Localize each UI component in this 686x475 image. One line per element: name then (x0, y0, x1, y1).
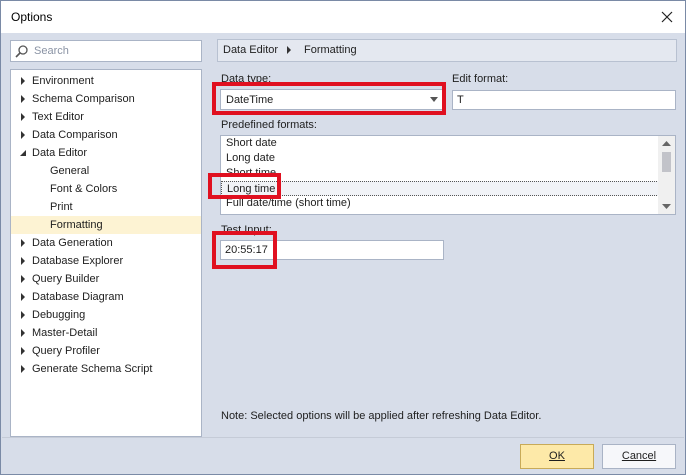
collapse-arrow-icon[interactable] (19, 149, 27, 157)
list-scrollbar[interactable] (658, 136, 675, 214)
tree-item-label: Text Editor (32, 111, 84, 123)
breadcrumb: Data Editor Formatting (217, 39, 677, 62)
tree-item-label: Print (50, 201, 73, 213)
tree-item-label: Schema Comparison (32, 93, 135, 105)
tree-item-label: Font & Colors (50, 183, 118, 195)
tree-item-print[interactable]: Print (11, 198, 201, 216)
test-input-field[interactable]: 20:55:17 (220, 240, 444, 260)
data-type-label: Data type: (221, 73, 272, 85)
title-bar: Options (1, 1, 685, 33)
ok-button[interactable]: OK (520, 444, 594, 469)
expand-arrow-icon[interactable] (19, 95, 27, 103)
expand-arrow-icon[interactable] (19, 365, 27, 373)
tree-item-label: Data Editor (32, 147, 88, 159)
tree-item-debugging[interactable]: Debugging (11, 306, 201, 324)
breadcrumb-current: Formatting (304, 44, 357, 56)
tree-item-label: Query Profiler (32, 345, 100, 357)
tree-item-generate-schema-script[interactable]: Generate Schema Script (11, 360, 201, 378)
tree-item-formatting[interactable]: Formatting (11, 216, 201, 234)
edit-format-value: T (457, 94, 464, 106)
expand-arrow-icon[interactable] (19, 113, 27, 121)
tree-item-label: Debugging (32, 309, 86, 321)
tree-item-master-detail[interactable]: Master-Detail (11, 324, 201, 342)
search-placeholder: Search (34, 45, 69, 57)
data-type-value: DateTime (226, 94, 274, 106)
expand-arrow-icon[interactable] (19, 275, 27, 283)
expand-arrow-icon[interactable] (19, 311, 27, 319)
scroll-up-icon[interactable] (662, 139, 671, 148)
chevron-down-icon[interactable] (430, 97, 438, 102)
data-type-select[interactable]: DateTime (220, 89, 444, 110)
tree-item-label: Master-Detail (32, 327, 98, 339)
options-tree[interactable]: Environment Schema Comparison Text Edito… (10, 69, 202, 437)
tree-item-environment[interactable]: Environment (11, 72, 201, 90)
predefined-formats-label: Predefined formats: (221, 119, 317, 131)
tree-item-label: Query Builder (32, 273, 100, 285)
expand-arrow-icon[interactable] (19, 329, 27, 337)
expand-arrow-icon[interactable] (19, 347, 27, 355)
cancel-button[interactable]: Cancel (602, 444, 676, 469)
footer-divider (2, 437, 684, 438)
cancel-button-label: Cancel (621, 450, 657, 462)
refresh-note: Note: Selected options will be applied a… (221, 410, 542, 422)
expand-arrow-icon[interactable] (19, 77, 27, 85)
tree-item-schema-comparison[interactable]: Schema Comparison (11, 90, 201, 108)
tree-item-text-editor[interactable]: Text Editor (11, 108, 201, 126)
tree-item-label: Generate Schema Script (32, 363, 153, 375)
tree-item-database-explorer[interactable]: Database Explorer (11, 252, 201, 270)
tree-item-label: Data Comparison (32, 129, 118, 141)
test-input-label: Test Input: (221, 224, 272, 236)
expand-arrow-icon[interactable] (19, 257, 27, 265)
format-item-long-date[interactable]: Long date (221, 151, 675, 166)
tree-item-label: Data Generation (32, 237, 113, 249)
tree-item-label: Database Explorer (32, 255, 124, 267)
tree-item-label: Database Diagram (32, 291, 124, 303)
tree-item-data-generation[interactable]: Data Generation (11, 234, 201, 252)
window-title: Options (11, 10, 53, 24)
tree-item-general[interactable]: General (11, 162, 201, 180)
tree-item-label: Formatting (50, 219, 103, 231)
expand-arrow-icon[interactable] (19, 239, 27, 247)
edit-format-label: Edit format: (452, 73, 509, 85)
close-icon[interactable] (655, 5, 679, 29)
breadcrumb-separator-icon (287, 46, 291, 54)
scroll-thumb[interactable] (662, 152, 671, 172)
search-icon (15, 44, 29, 61)
search-input[interactable]: Search (10, 40, 202, 62)
tree-item-label: Environment (32, 75, 94, 87)
format-item-short-time[interactable]: Short time (221, 166, 675, 181)
predefined-formats-list[interactable]: Short date Long date Short time Long tim… (220, 135, 676, 215)
format-item-long-time[interactable]: Long time (221, 181, 675, 196)
tree-item-font-colors[interactable]: Font & Colors (11, 180, 201, 198)
ok-button-label: OK (549, 450, 565, 462)
tree-item-query-profiler[interactable]: Query Profiler (11, 342, 201, 360)
format-item-full-datetime-short[interactable]: Full date/time (short time) (221, 196, 675, 211)
format-item-short-date[interactable]: Short date (221, 136, 675, 151)
expand-arrow-icon[interactable] (19, 131, 27, 139)
tree-item-data-comparison[interactable]: Data Comparison (11, 126, 201, 144)
tree-item-data-editor[interactable]: Data Editor (11, 144, 201, 162)
edit-format-input[interactable]: T (452, 90, 676, 110)
expand-arrow-icon[interactable] (19, 293, 27, 301)
options-dialog: Options Search Environment Schema Compar… (0, 0, 686, 475)
scroll-down-icon[interactable] (662, 202, 671, 211)
breadcrumb-parent: Data Editor (223, 44, 279, 56)
tree-item-database-diagram[interactable]: Database Diagram (11, 288, 201, 306)
tree-item-label: General (50, 165, 90, 177)
tree-item-query-builder[interactable]: Query Builder (11, 270, 201, 288)
test-input-value: 20:55:17 (225, 244, 268, 256)
